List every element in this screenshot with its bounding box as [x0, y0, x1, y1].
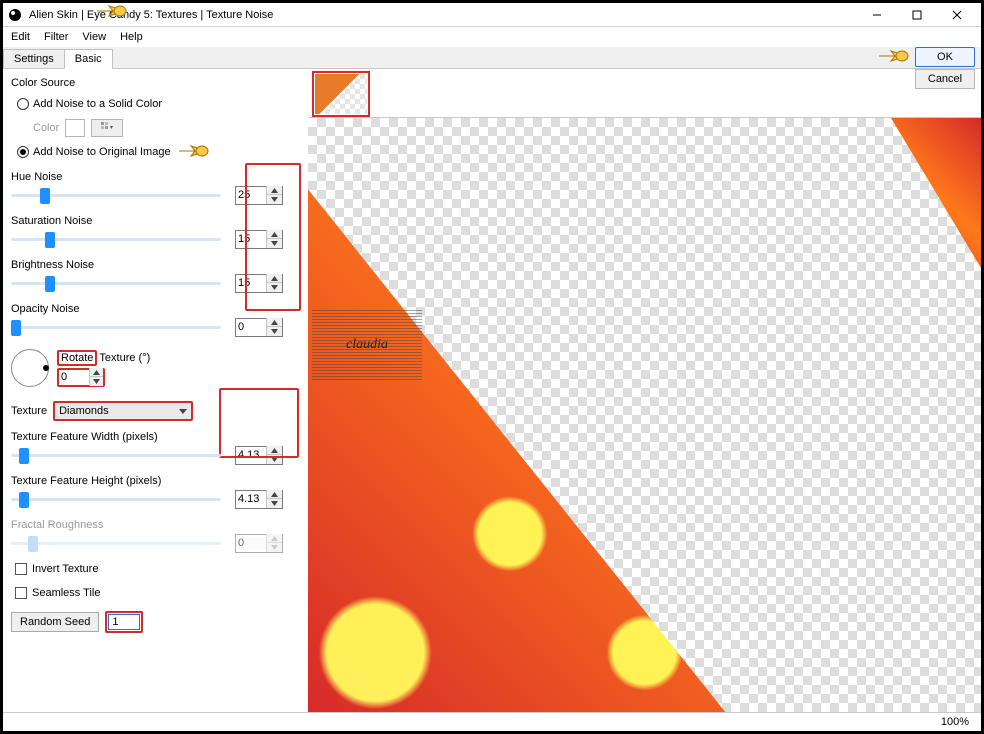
feature-height-value[interactable]	[236, 493, 266, 505]
random-seed-button[interactable]: Random Seed	[11, 612, 99, 632]
invert-label: Invert Texture	[32, 563, 98, 575]
menu-help[interactable]: Help	[120, 31, 143, 43]
radio-original-label: Add Noise to Original Image	[33, 146, 171, 158]
color-source-title: Color Source	[11, 77, 300, 89]
seamless-checkbox[interactable]: Seamless Tile	[15, 585, 300, 601]
fractal-value	[236, 537, 266, 549]
left-panel: Color Source Add Noise to a Solid Color …	[3, 69, 308, 712]
opacity-value[interactable]	[236, 321, 266, 333]
preview-canvas[interactable]: claudia	[308, 117, 981, 712]
radio-icon	[17, 98, 29, 110]
fractal-label: Fractal Roughness	[11, 519, 300, 531]
radio-solid-color[interactable]: Add Noise to a Solid Color	[17, 95, 300, 113]
seed-input[interactable]	[108, 614, 140, 630]
saturation-slider[interactable]	[11, 238, 221, 241]
slider-thumb[interactable]	[45, 276, 55, 292]
rotate-label: Rotate	[57, 350, 97, 366]
color-label: Color	[33, 122, 59, 134]
slider-thumb[interactable]	[19, 492, 29, 508]
menu-edit[interactable]: Edit	[11, 31, 30, 43]
rotate-dial[interactable]	[11, 349, 49, 387]
slider-thumb[interactable]	[45, 232, 55, 248]
slider-thumb[interactable]	[11, 320, 21, 336]
ok-label: OK	[937, 51, 953, 63]
fractal-slider	[11, 542, 221, 545]
rotate-value[interactable]	[59, 371, 89, 383]
ok-button[interactable]: OK	[915, 47, 975, 67]
rotate-spinner[interactable]	[57, 368, 105, 387]
menu-view[interactable]: View	[82, 31, 106, 43]
preview-thumbnail[interactable]	[312, 71, 370, 117]
feature-width-slider[interactable]	[11, 454, 221, 457]
highlight-box	[219, 388, 299, 458]
tab-row: Settings Basic OK Cancel	[3, 47, 981, 69]
preview-texture	[891, 118, 981, 268]
close-button[interactable]	[937, 4, 977, 26]
pointer-hand-icon	[177, 140, 211, 165]
highlight-box	[245, 163, 301, 311]
slider-thumb[interactable]	[40, 188, 50, 204]
slider-thumb[interactable]	[19, 448, 29, 464]
statusbar: 100%	[3, 712, 981, 731]
right-panel: claudia	[308, 69, 981, 712]
seamless-label: Seamless Tile	[32, 587, 100, 599]
opacity-spinner[interactable]	[235, 318, 283, 337]
radio-solid-label: Add Noise to a Solid Color	[33, 98, 162, 110]
slider-thumb	[28, 536, 38, 552]
feature-height-slider[interactable]	[11, 498, 221, 501]
hue-slider[interactable]	[11, 194, 221, 197]
color-swatch[interactable]	[65, 119, 85, 137]
color-dropdown[interactable]	[91, 119, 123, 137]
minimize-button[interactable]	[857, 4, 897, 26]
fractal-spinner	[235, 534, 283, 553]
feature-height-spinner[interactable]	[235, 490, 283, 509]
checkbox-icon	[15, 563, 27, 575]
window-title: Alien Skin | Eye Candy 5: Textures | Tex…	[29, 9, 857, 21]
rotate-suffix: Texture (°)	[99, 352, 150, 364]
zoom-level: 100%	[941, 716, 969, 728]
chevron-down-icon	[179, 407, 187, 415]
menu-filter[interactable]: Filter	[44, 31, 68, 43]
tab-basic[interactable]: Basic	[64, 49, 113, 69]
checkbox-icon	[15, 587, 27, 599]
titlebar: Alien Skin | Eye Candy 5: Textures | Tex…	[3, 3, 981, 27]
feature-height-label: Texture Feature Height (pixels)	[11, 475, 300, 487]
pointer-hand-icon	[877, 45, 911, 70]
radio-original-image[interactable]: Add Noise to Original Image	[17, 143, 300, 161]
invert-checkbox[interactable]: Invert Texture	[15, 561, 300, 577]
preview-texture	[308, 118, 981, 712]
maximize-button[interactable]	[897, 4, 937, 26]
opacity-slider[interactable]	[11, 326, 221, 329]
random-seed-label: Random Seed	[20, 616, 90, 628]
texture-label: Texture	[11, 405, 47, 417]
menubar: Edit Filter View Help	[3, 27, 981, 47]
radio-icon	[17, 146, 29, 158]
brightness-slider[interactable]	[11, 282, 221, 285]
tab-settings[interactable]: Settings	[3, 49, 65, 68]
texture-combo[interactable]: Diamonds	[53, 401, 193, 421]
texture-value: Diamonds	[59, 405, 109, 417]
app-icon	[7, 7, 23, 23]
